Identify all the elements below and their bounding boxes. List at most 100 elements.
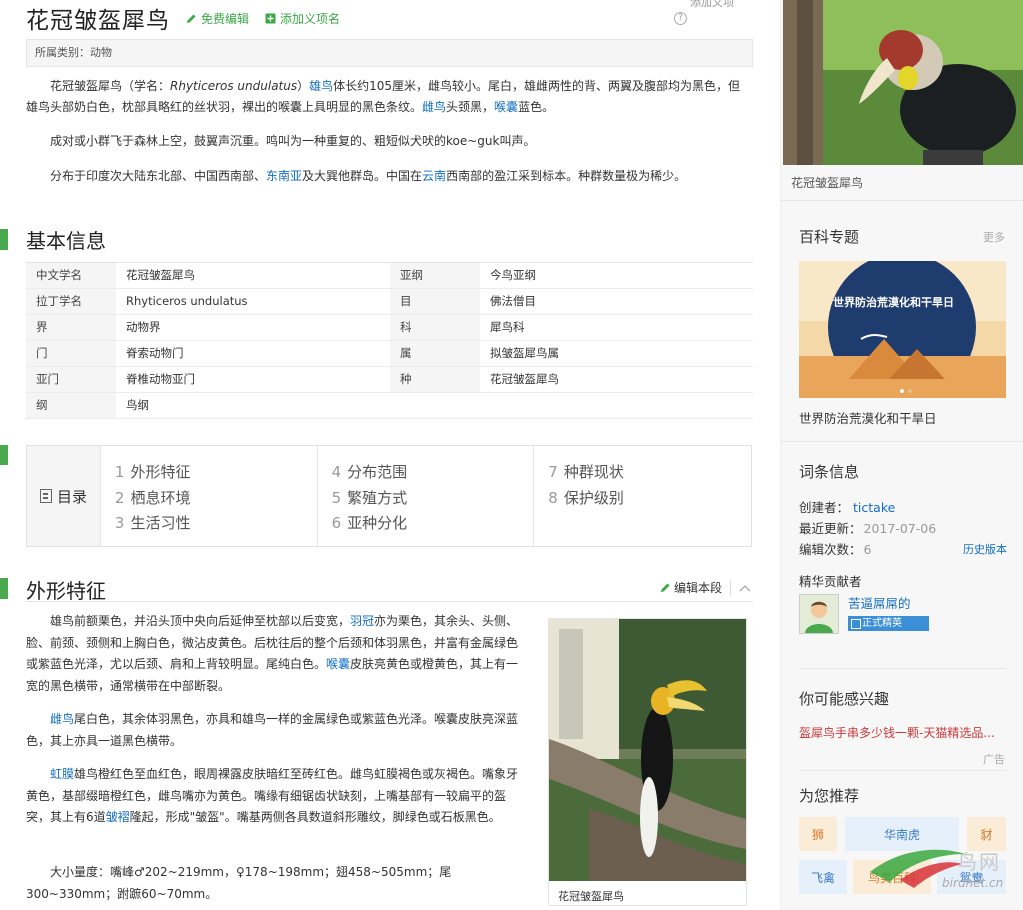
toc-column: 7 种群现状 8 保护级别 (534, 446, 751, 546)
link-throat-pouch[interactable]: 喉囊 (494, 100, 518, 114)
toc-item[interactable]: 4 分布范围 (332, 460, 534, 486)
ad-link[interactable]: 盔犀鸟手串多少钱一颗-天猫精选品... (799, 724, 995, 741)
recommend-chip[interactable]: 狮 (799, 817, 837, 851)
info-value: 花冠皱盔犀鸟 (490, 372, 559, 386)
info-key: 目 (390, 289, 480, 314)
link-female-bird[interactable]: 雌鸟 (422, 100, 446, 114)
link-southeast-asia[interactable]: 东南亚 (266, 169, 302, 183)
topic-more-link[interactable]: 更多 (983, 229, 1005, 245)
pencil-icon (187, 14, 196, 23)
table-row: 拉丁学名 Rhyticeros undulatus 目 佛法僧目 (26, 289, 753, 315)
info-value: 花冠皱盔犀鸟 (126, 268, 195, 282)
edits-row: 编辑次数： 6 (799, 539, 871, 558)
figure-caption: 花冠皱盔犀鸟 (558, 890, 624, 903)
topic-banner[interactable]: 世界防治荒漠化和干旱日 (799, 253, 1006, 401)
info-key: 界 (26, 315, 116, 340)
link-iris[interactable]: 虹膜 (50, 767, 74, 781)
hornbill-figure[interactable]: 花冠皱盔犀鸟 (548, 618, 747, 906)
ad-tag: 广告 (983, 753, 1005, 766)
info-key (390, 393, 480, 418)
section-divider (26, 601, 753, 602)
text: 西南部的盈江采到标本。种群数量极为稀少。 (446, 169, 687, 183)
info-value: 佛法僧目 (490, 294, 536, 308)
add-sense-top-link[interactable]: 添加义项 (674, 0, 734, 9)
toc-number: 5 (331, 488, 342, 507)
toc-column: 4 分布范围 5 繁殖方式 6 亚种分化 (318, 446, 535, 546)
title-row: 花冠皱盔犀鸟 免费编辑 添加义项名 (26, 2, 340, 34)
hornbill-summary-photo[interactable] (783, 0, 1023, 165)
edits-value: 6 (863, 542, 872, 557)
chevron-up-icon[interactable] (739, 584, 751, 592)
info-key: 纲 (26, 393, 116, 418)
info-value: 鸟纲 (126, 398, 149, 412)
toc-text: 繁殖方式 (347, 488, 408, 507)
toc-number: 6 (331, 514, 342, 532)
table-row: 亚门 脊椎动物亚门 种 花冠皱盔犀鸟 (26, 367, 753, 393)
intro-paragraph-2: 成对或小群飞于森林上空，鼓翼声沉重。鸣叫为一种重复的、粗短似犬吠的koe~guk… (50, 134, 536, 148)
text: 头颈黑， (446, 100, 495, 114)
edit-section-button[interactable]: 编辑本段 (660, 579, 751, 596)
divider (799, 770, 1006, 771)
avatar[interactable] (799, 594, 839, 634)
toc-number: 4 (331, 463, 342, 481)
edit-section-label: 编辑本段 (674, 581, 723, 595)
link-female-bird[interactable]: 雌鸟 (50, 712, 74, 726)
text: 分布于印度次大陆东北部、中国西南部、 (50, 169, 267, 183)
edits-label: 编辑次数： (799, 542, 862, 557)
add-sense-button[interactable]: 添加义项名 (265, 10, 340, 27)
toc-item[interactable]: 7 种群现状 (548, 460, 751, 486)
info-key: 种 (390, 367, 480, 392)
toc-item[interactable]: 1 外形特征 (115, 460, 317, 486)
link-crest[interactable]: 羽冠 (350, 614, 374, 628)
basic-info-title: 基本信息 (26, 229, 106, 253)
link-yunnan[interactable]: 云南 (422, 169, 446, 183)
divider (799, 668, 1006, 669)
toc-number: 2 (114, 488, 125, 507)
updated-value: 2017-07-06 (863, 521, 937, 536)
hornbill-photo (549, 619, 746, 881)
toc-number: 7 (548, 463, 558, 481)
info-value: 今鸟亚纲 (490, 268, 536, 282)
creator-link[interactable]: tictake (853, 500, 895, 515)
page-title: 花冠皱盔犀鸟 (26, 8, 170, 34)
toc-text: 外形特征 (130, 463, 191, 481)
help-icon[interactable]: ? (674, 12, 687, 25)
shape-paragraph-2: 雌鸟尾白色，其余体羽黑色，亦具和雄鸟一样的金属绿色或紫蓝色光泽。喉囊皮肤亮深蓝色… (26, 709, 522, 752)
contributor-link[interactable]: 苦逼屌屌的 (848, 593, 911, 612)
toc-item[interactable]: 2 栖息环境 (115, 486, 317, 512)
link-throat-pouch[interactable]: 喉囊 (326, 657, 350, 671)
topic-caption[interactable]: 世界防治荒漠化和干旱日 (799, 408, 937, 427)
main-content: 花冠皱盔犀鸟 免费编辑 添加义项名 添加义项 ? 所属类别：动物 花冠皱盔犀鸟（… (0, 0, 760, 910)
recommend-chip[interactable]: 飞禽 (799, 860, 847, 894)
toc-item[interactable]: 3 生活习性 (115, 511, 317, 537)
category-bar: 所属类别：动物 (26, 39, 753, 67)
toc-column: 1 外形特征 2 栖息环境 3 生活习性 (101, 446, 318, 546)
toc-label: 目录 (27, 446, 101, 546)
link-male-bird[interactable]: 雄鸟 (309, 79, 333, 93)
toc-text: 种群现状 (563, 463, 624, 481)
toc-item[interactable]: 6 亚种分化 (332, 511, 534, 537)
toc-item[interactable]: 8 保护级别 (548, 486, 751, 512)
info-value: Rhyticeros undulatus (126, 294, 248, 308)
text: 雄鸟前额栗色，并沿头顶中央向后延伸至枕部以后变宽， (50, 614, 351, 628)
document-icon (39, 489, 52, 503)
toc-item[interactable]: 5 繁殖方式 (332, 486, 534, 512)
shape-section-title: 外形特征 (26, 579, 106, 603)
toc-text: 栖息环境 (130, 488, 191, 507)
info-key: 亚门 (26, 367, 116, 392)
free-edit-button[interactable]: 免费编辑 (186, 10, 249, 27)
history-version-link[interactable]: 历史版本 (963, 541, 1007, 557)
table-row: 中文学名 花冠皱盔犀鸟 亚纲 今鸟亚纲 (26, 263, 753, 289)
shape-paragraph-3: 虹膜雄鸟橙红色至血红色，眼周裸露皮肤暗红至砖红色。雌鸟虹膜褐色或灰褐色。嘴象牙黄… (26, 764, 522, 829)
free-edit-label: 免费编辑 (201, 11, 250, 26)
table-row: 界 动物界 科 犀鸟科 (26, 315, 753, 341)
table-row: 门 脊索动物门 属 拟皱盔犀鸟属 (26, 341, 753, 367)
info-value: 犀鸟科 (490, 320, 525, 334)
text: 及大巽他群岛。中国在 (302, 169, 423, 183)
link-wrinkle[interactable]: 皱褶 (106, 810, 130, 824)
watermark-url: birdnet.cn (942, 876, 1004, 890)
top-right-tools: 添加义项 ? (674, 0, 754, 25)
creator-row: 创建者： tictake (799, 497, 895, 516)
add-sense-label: 添加义项名 (280, 11, 341, 26)
toc-number: 1 (114, 463, 125, 481)
